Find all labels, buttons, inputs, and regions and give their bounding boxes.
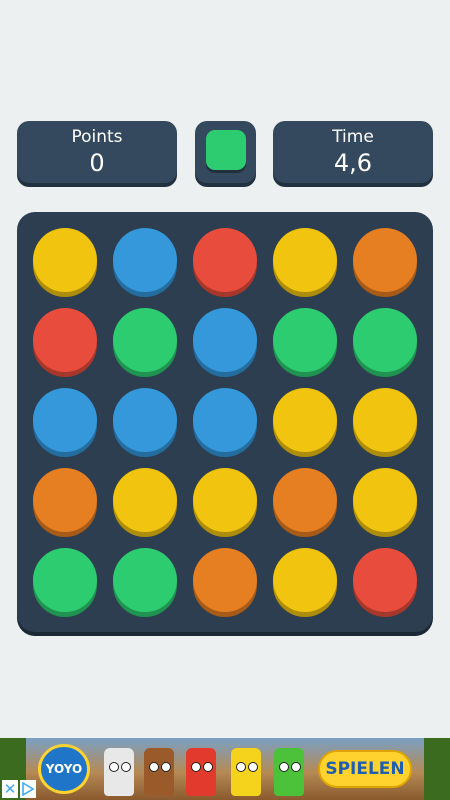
dot-green[interactable] bbox=[353, 308, 417, 372]
points-label: Points bbox=[71, 127, 123, 147]
time-panel: Time 4,6 bbox=[273, 121, 433, 183]
ad-play-button[interactable]: SPIELEN bbox=[318, 750, 412, 788]
dot-blue[interactable] bbox=[113, 388, 177, 452]
dot-orange[interactable] bbox=[193, 548, 257, 612]
dot-blue[interactable] bbox=[113, 228, 177, 292]
game-board bbox=[17, 212, 433, 632]
dot-yellow[interactable] bbox=[193, 468, 257, 532]
dot-yellow[interactable] bbox=[273, 228, 337, 292]
dot-yellow[interactable] bbox=[113, 468, 177, 532]
dot-yellow[interactable] bbox=[273, 548, 337, 612]
target-color-swatch bbox=[206, 130, 246, 170]
ad-character-white bbox=[104, 748, 134, 796]
dot-blue[interactable] bbox=[193, 388, 257, 452]
time-value: 4,6 bbox=[333, 149, 373, 177]
dot-yellow[interactable] bbox=[353, 388, 417, 452]
dot-orange[interactable] bbox=[33, 468, 97, 532]
dot-orange[interactable] bbox=[273, 468, 337, 532]
dot-red[interactable] bbox=[353, 548, 417, 612]
dot-green[interactable] bbox=[113, 308, 177, 372]
ad-logo: YOYO bbox=[38, 744, 90, 794]
time-label: Time bbox=[332, 127, 374, 147]
ad-image[interactable]: YOYO SPIELEN bbox=[26, 738, 424, 800]
dot-yellow[interactable] bbox=[353, 468, 417, 532]
ad-character-yellow bbox=[231, 748, 261, 796]
dot-green[interactable] bbox=[273, 308, 337, 372]
ad-character-brown bbox=[144, 748, 174, 796]
dot-red[interactable] bbox=[193, 228, 257, 292]
ad-character-green bbox=[274, 748, 304, 796]
dot-green[interactable] bbox=[113, 548, 177, 612]
dot-orange[interactable] bbox=[353, 228, 417, 292]
points-panel: Points 0 bbox=[17, 121, 177, 183]
close-icon[interactable]: ✕ bbox=[2, 780, 18, 798]
dot-yellow[interactable] bbox=[273, 388, 337, 452]
ad-banner[interactable]: YOYO SPIELEN bbox=[0, 738, 450, 800]
adchoices-icon[interactable] bbox=[20, 780, 36, 798]
dot-blue[interactable] bbox=[33, 388, 97, 452]
target-color-panel bbox=[195, 121, 256, 183]
dot-blue[interactable] bbox=[193, 308, 257, 372]
dot-red[interactable] bbox=[33, 308, 97, 372]
points-value: 0 bbox=[89, 149, 105, 177]
dot-yellow[interactable] bbox=[33, 228, 97, 292]
dot-green[interactable] bbox=[33, 548, 97, 612]
ad-character-red bbox=[186, 748, 216, 796]
